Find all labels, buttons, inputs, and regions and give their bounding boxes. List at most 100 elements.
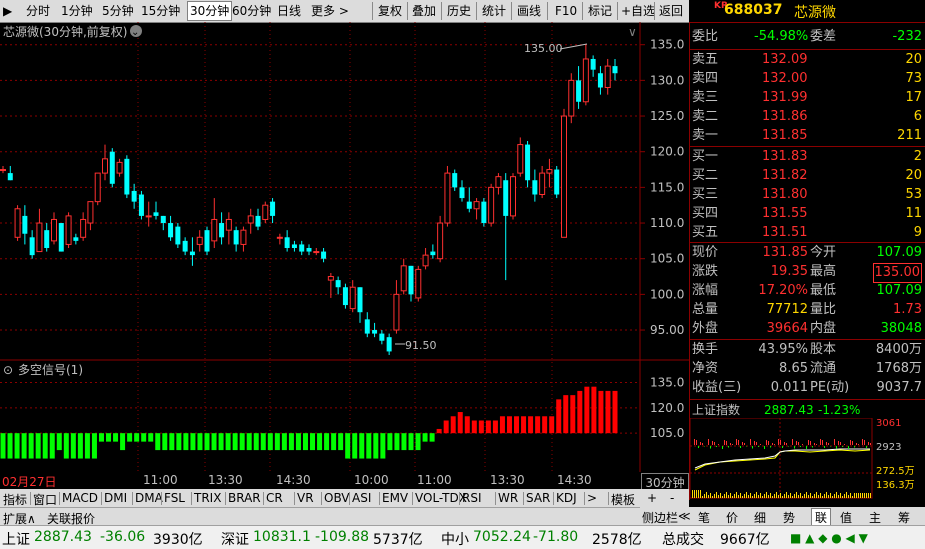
fuquan-button[interactable]: 复权 [378, 2, 402, 20]
indicator-tab[interactable]: > [587, 491, 597, 505]
weibi-value: -54.98% [754, 29, 809, 44]
total-amount: 9667亿 [720, 532, 770, 548]
indicator-tab[interactable]: EMV [382, 491, 408, 505]
indicator-tab[interactable]: 模板 [611, 491, 635, 508]
sz-label[interactable]: 深证 [221, 529, 249, 549]
zx-label[interactable]: 中小 [441, 529, 469, 549]
candle [349, 280, 356, 313]
period-toolbar: ▶ 分时 1分钟 5分钟 15分钟 30分钟 60分钟 日线 更多 > 复权 叠… [0, 0, 689, 23]
signal-bar [84, 433, 90, 459]
collapse-icon[interactable]: ≪ [678, 509, 691, 523]
period-menu-icon[interactable]: ▶ [3, 2, 12, 20]
candle [58, 223, 64, 252]
mark-button[interactable]: 标记 [588, 2, 612, 20]
signal-bar [345, 433, 351, 459]
sh-change: -36.06 [100, 529, 146, 545]
candle [597, 66, 603, 95]
candle [335, 276, 341, 295]
overlay-button[interactable]: 叠加 [412, 2, 436, 20]
tab-xi[interactable]: 细 [754, 509, 766, 526]
signal-bar [450, 416, 456, 434]
candle [612, 58, 618, 81]
status-icons[interactable]: ■ ▲ ◆ ● ◀ ▼ [790, 531, 868, 545]
indicator-tab[interactable]: MACD [62, 491, 98, 505]
candle [189, 237, 195, 266]
indicator-tick: 120.0 [650, 401, 684, 415]
weicha-label: 委差 [810, 29, 837, 44]
signal-bar [499, 416, 505, 434]
indicator-tab[interactable]: 指标 [3, 491, 27, 508]
tab-zhi[interactable]: 值 [840, 509, 852, 526]
stats-button[interactable]: 统计 [482, 2, 506, 20]
signal-bar [429, 433, 435, 442]
tab-bi[interactable]: 笔 [698, 509, 710, 526]
period-tab-1min[interactable]: 1分钟 [61, 2, 93, 20]
stat-label: 量比 [810, 302, 837, 317]
indicator-tab[interactable]: DMA [135, 491, 163, 505]
add-indicator-icon[interactable]: + [647, 491, 657, 505]
period-tab-5min[interactable]: 5分钟 [102, 2, 134, 20]
mini-index-chart[interactable]: 3061 2923 272.5万 136.3万 [690, 418, 925, 500]
mini-index-change: -1.23% [818, 403, 861, 417]
candle [517, 137, 524, 177]
stat-row: 现价 131.85 今开 107.09 [692, 244, 924, 262]
indicator-tab[interactable]: WR [498, 491, 518, 505]
expand-icon[interactable]: ∨ [628, 25, 637, 39]
indicator-tab[interactable]: CR [266, 491, 283, 505]
history-button[interactable]: 历史 [447, 2, 471, 20]
signal-bar [56, 433, 62, 451]
indicator-tab[interactable]: BRAR [228, 491, 261, 505]
ask-label: 卖四 [692, 71, 719, 86]
indicator-tick: 105.0 [650, 426, 684, 440]
add-favorite-button[interactable]: +自选 [621, 2, 655, 20]
f10-button[interactable]: F10 [555, 2, 577, 20]
time-label: 11:00 [417, 473, 452, 487]
stat-value: 17.20% [758, 283, 808, 298]
indicator-tab[interactable]: DMI [104, 491, 127, 505]
signal-bar [331, 433, 337, 451]
indicator-tab[interactable]: VR [297, 491, 314, 505]
indicator-tab[interactable]: RSI [462, 491, 482, 505]
period-tab-30min[interactable]: 30分钟 [187, 1, 233, 21]
ask-volume: 20 [905, 52, 922, 67]
candle [582, 44, 589, 106]
signal-bar [113, 433, 119, 442]
period-tab-60min[interactable]: 60分钟 [232, 2, 271, 20]
indicator-tab[interactable]: TRIX [194, 491, 221, 505]
tab-zhu[interactable]: 主 [869, 509, 881, 526]
period-label[interactable]: 30分钟 [641, 473, 689, 490]
signal-bar [521, 416, 527, 434]
tab-chou[interactable]: 筹 [898, 509, 910, 526]
remove-indicator-icon[interactable]: - [670, 491, 674, 505]
back-button[interactable]: 返回 [659, 2, 683, 20]
period-tab-daily[interactable]: 日线 [277, 2, 301, 20]
candle [153, 201, 159, 220]
indicator-tab[interactable]: KDJ [556, 491, 577, 505]
candle [14, 205, 21, 241]
tab-jia[interactable]: 价 [726, 509, 738, 526]
stat-value: 135.00 [872, 263, 922, 283]
period-more-button[interactable]: 更多 > [311, 2, 349, 20]
sidebar-button[interactable]: 侧边栏 [642, 509, 678, 526]
candle [36, 208, 43, 253]
stat-row: 涨幅 17.20% 最低 107.09 [692, 282, 924, 300]
indicator-tab[interactable]: SAR [526, 491, 550, 505]
indicator-tab[interactable]: FSL [164, 491, 185, 505]
period-tab-15min[interactable]: 15分钟 [141, 2, 180, 20]
stat-value: 8400万 [875, 342, 922, 357]
candle [532, 169, 538, 202]
indicator-tab[interactable]: OBV [324, 491, 350, 505]
kline-chart[interactable]: 芯源微(30分钟,前复权) ⌄ ⊙ 多空信号(1) 135.0 130.0 125.… [0, 22, 689, 472]
period-tab-fenshi[interactable]: 分时 [26, 2, 50, 20]
stat-value: 39664 [766, 321, 808, 336]
indicator-tab[interactable]: 窗口 [33, 491, 57, 508]
indicator-tab[interactable]: ASI [352, 491, 371, 505]
signal-bar [415, 433, 421, 451]
candle [561, 108, 567, 238]
sh-label[interactable]: 上证 [2, 529, 30, 549]
draw-line-button[interactable]: 画线 [517, 2, 541, 20]
tab-shi[interactable]: 势 [783, 509, 795, 526]
candle [372, 322, 378, 338]
indicator-options-icon[interactable]: ⊙ [3, 363, 13, 377]
price-tick: 110.0 [650, 216, 684, 230]
